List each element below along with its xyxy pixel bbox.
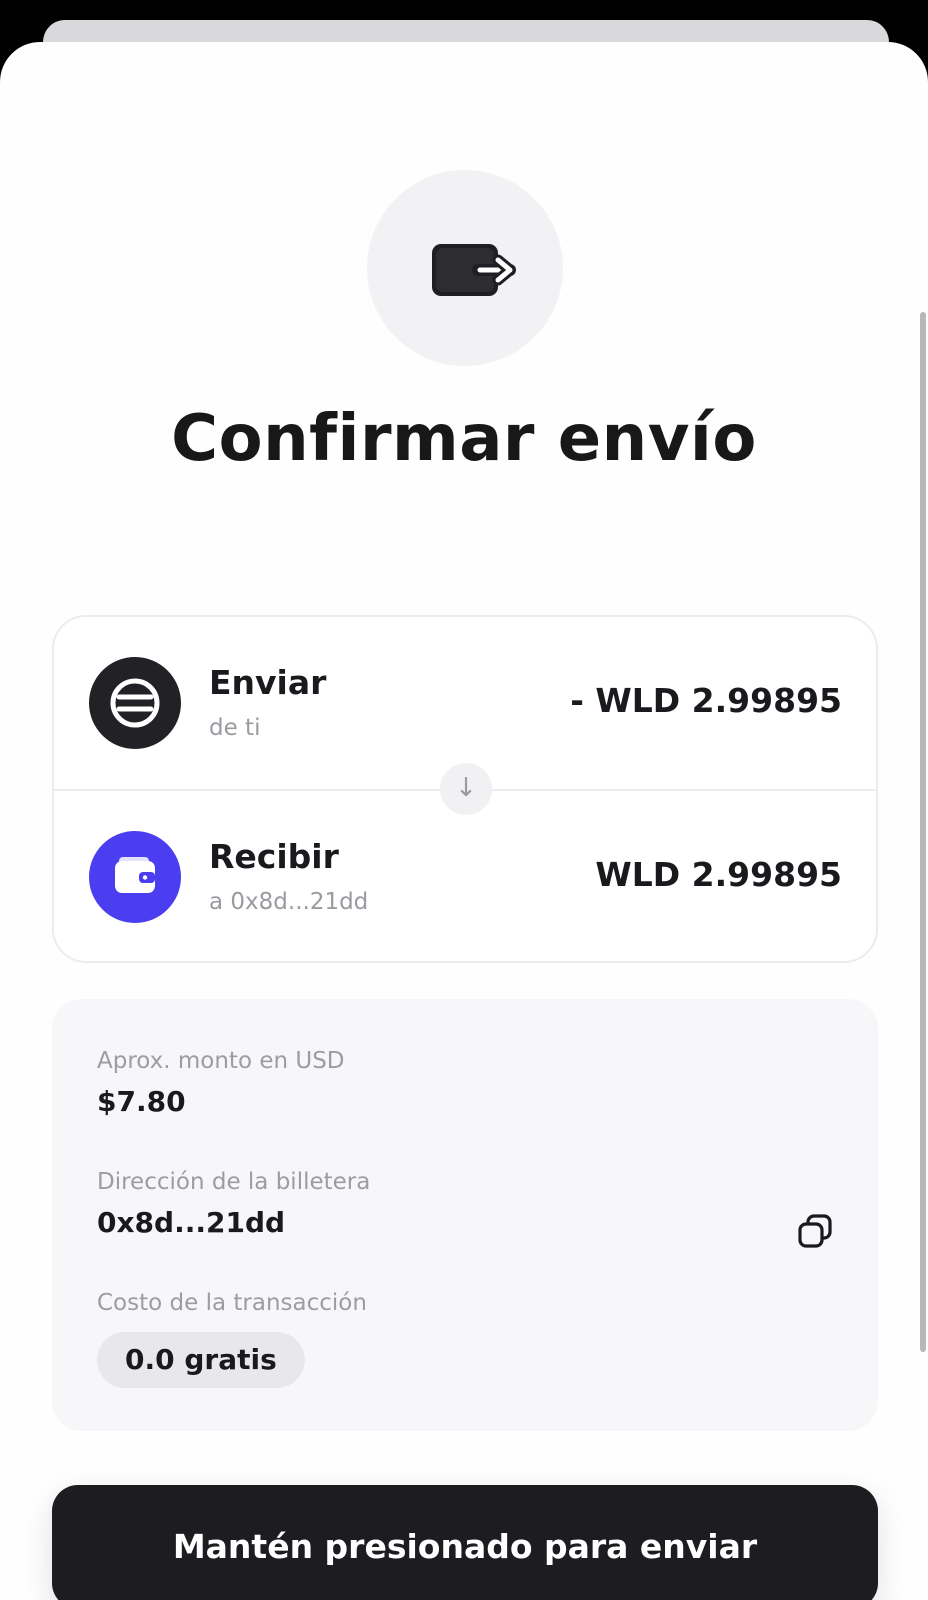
transaction-card: Enviar de ti - WLD 2.99895 ↓ Recibir a 0…: [52, 615, 878, 963]
worldcoin-icon: [89, 657, 181, 749]
page-title: Confirmar envío: [171, 402, 757, 476]
receive-label: Recibir: [209, 837, 339, 876]
usd-value: $7.80: [97, 1085, 186, 1118]
fee-label: Costo de la transacción: [97, 1290, 367, 1316]
fee-badge: 0.0 gratis: [97, 1332, 305, 1388]
copy-icon[interactable]: [795, 1211, 835, 1251]
wallet-icon: [89, 831, 181, 923]
confirm-send-sheet: Confirmar envío Enviar de ti - WLD 2.998…: [0, 42, 928, 1600]
receive-row: Recibir a 0x8d...21dd WLD 2.99895: [54, 791, 876, 963]
send-label: Enviar: [209, 663, 327, 702]
receive-subtitle: a 0x8d...21dd: [209, 889, 369, 915]
hold-to-send-button[interactable]: Mantén presionado para enviar: [52, 1485, 878, 1600]
receive-amount: WLD 2.99895: [595, 855, 842, 894]
details-panel: Aprox. monto en USD $7.80 Dirección de l…: [52, 999, 878, 1431]
wallet-address-label: Dirección de la billetera: [97, 1169, 371, 1195]
wallet-send-icon: [432, 244, 516, 296]
wallet-address-value: 0x8d...21dd: [97, 1206, 286, 1239]
usd-label: Aprox. monto en USD: [97, 1048, 345, 1074]
send-subtitle: de ti: [209, 715, 261, 741]
send-amount: - WLD 2.99895: [570, 681, 842, 720]
